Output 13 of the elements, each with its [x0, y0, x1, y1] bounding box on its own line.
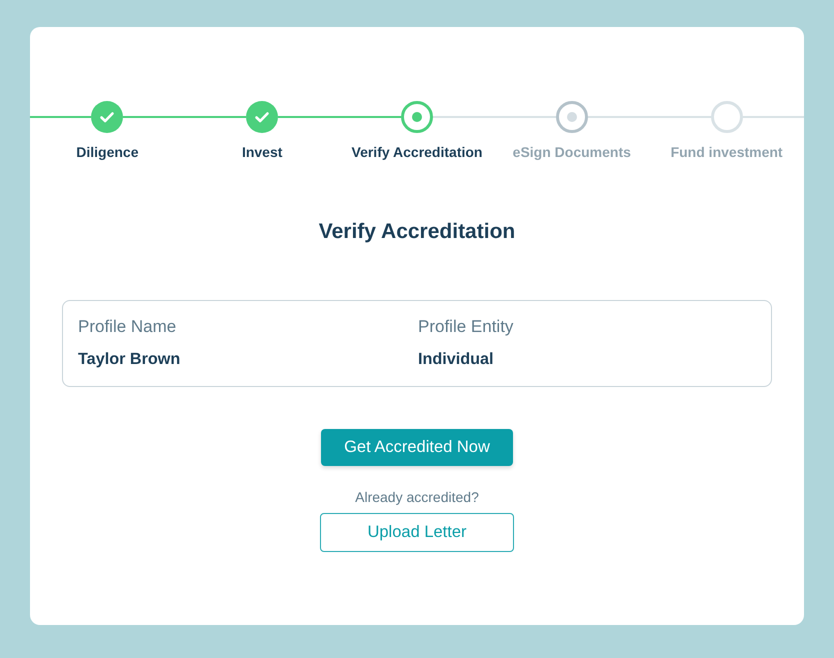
upload-letter-button[interactable]: Upload Letter	[320, 513, 514, 552]
get-accredited-button[interactable]: Get Accredited Now	[321, 429, 513, 466]
page-title: Verify Accreditation	[318, 219, 516, 245]
prompt-text: Already accredited?	[355, 488, 479, 506]
step-label[interactable]: Invest	[242, 142, 282, 162]
field-label: Profile Name	[78, 316, 176, 338]
step-label[interactable]: Diligence	[76, 142, 139, 162]
step-label[interactable]: Fund investment	[670, 142, 783, 162]
field-label: Profile Entity	[418, 316, 514, 338]
field-value: Individual	[418, 349, 494, 370]
step-label[interactable]: Verify Accreditation	[352, 142, 482, 162]
step-label[interactable]: eSign Documents	[512, 142, 631, 162]
field-value: Taylor Brown	[78, 349, 180, 370]
